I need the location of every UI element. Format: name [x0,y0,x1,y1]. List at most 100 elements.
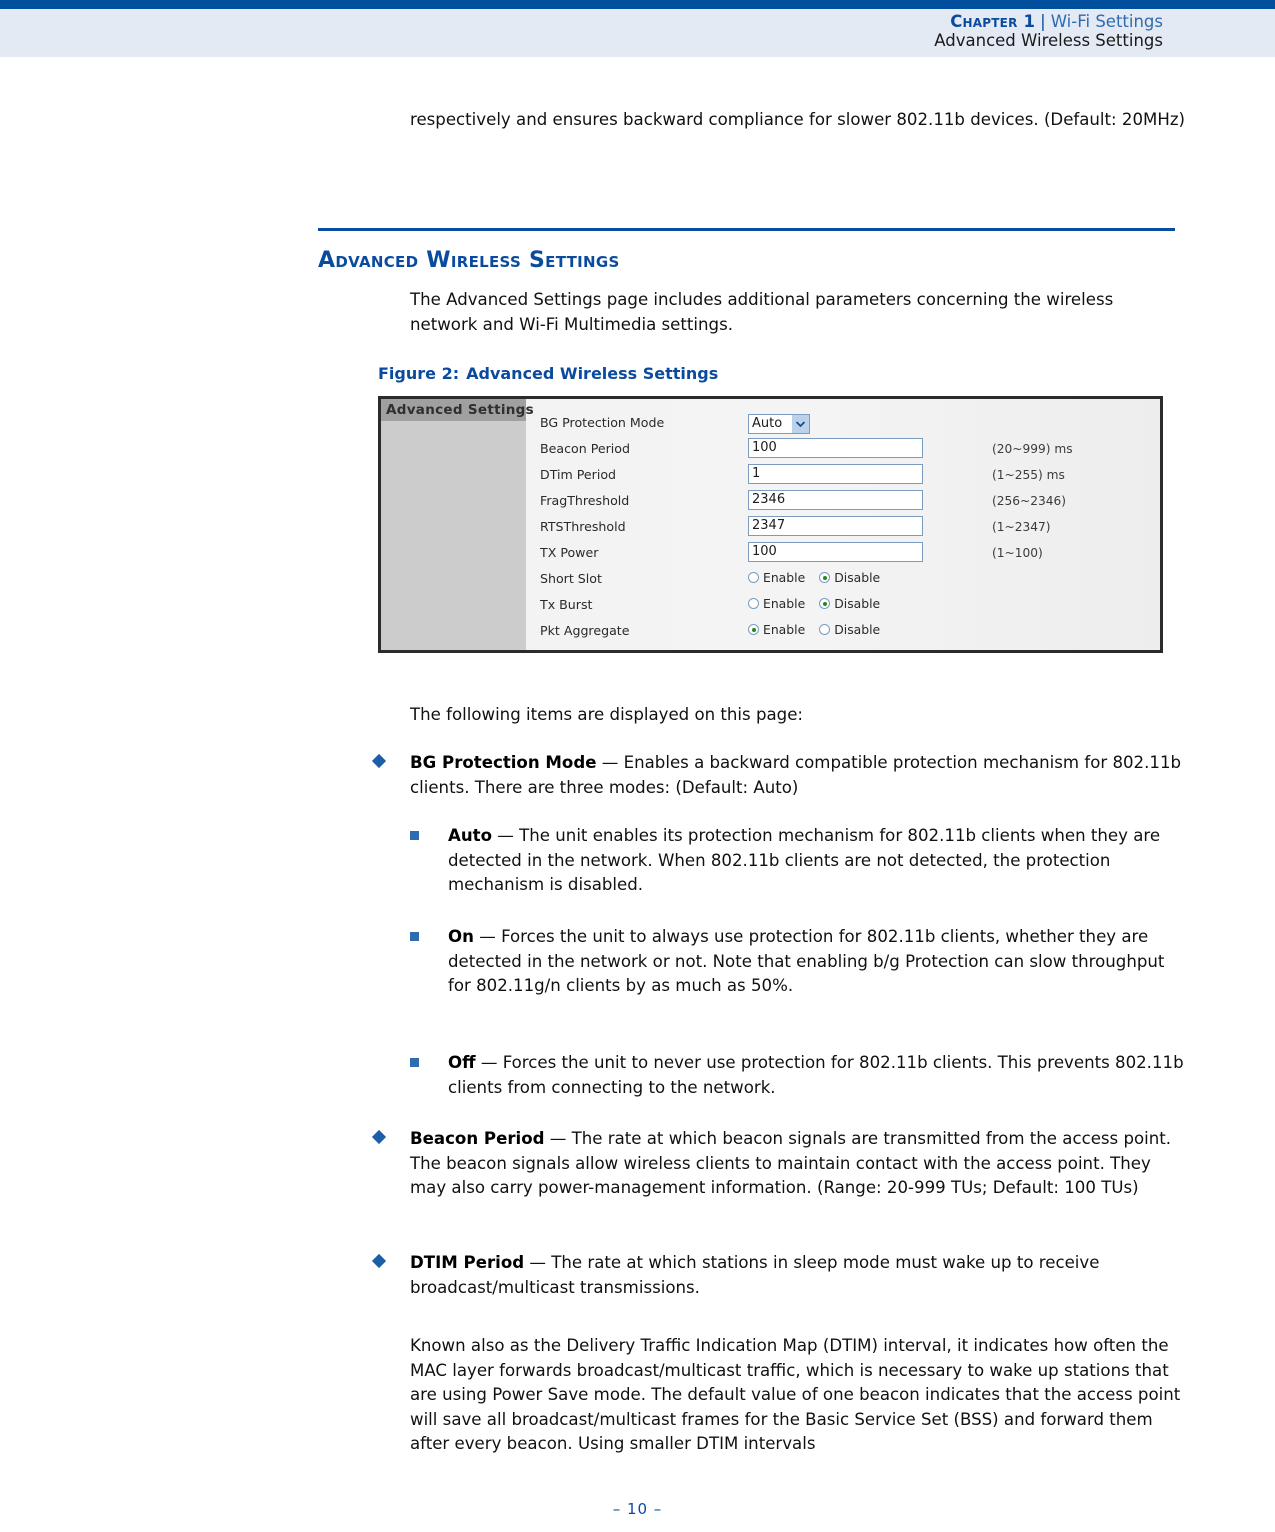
short-slot-enable-option[interactable]: Enable [748,570,805,585]
figure-screenshot: Advanced Settings BG Protection Mode Aut… [378,396,1163,653]
advanced-settings-form: BG Protection Mode Auto Beacon Period 10… [526,399,1160,650]
field-dtim-period[interactable]: 1 [748,464,923,484]
term-off: Off [448,1053,476,1072]
term-dtim-period: DTIM Period [410,1253,525,1272]
hint-beacon-period: (20~999) ms [992,442,1073,456]
bg-protection-mode-value: Auto [752,416,783,431]
list-item-beacon-period: Beacon Period — The rate at which beacon… [371,1127,1184,1201]
header-chapter-label: Chapter 1 [950,12,1036,31]
settings-side-panel: Advanced Settings [381,399,534,650]
beacon-period-input[interactable]: 100 [748,438,923,458]
square-bullet-icon [410,932,419,941]
rts-threshold-input[interactable]: 2347 [748,516,923,536]
pkt-aggregate-radio-group: Enable Disable [748,622,888,637]
form-row-tx-burst: Tx Burst Enable Disable [526,593,1160,619]
dtim-period-input[interactable]: 1 [748,464,923,484]
radio-icon[interactable] [819,624,831,635]
list-item-dtim-period: DTIM Period — The rate at which stations… [371,1251,1184,1300]
radio-icon[interactable] [748,598,759,609]
frag-threshold-input[interactable]: 2346 [748,490,923,510]
section-divider [318,228,1175,231]
pkt-aggregate-disable-option[interactable]: Disable [819,622,880,637]
form-row-dtim-period: DTim Period 1 (1~255) ms [526,463,1160,489]
term-on: On [448,927,474,946]
list-item-on: On — Forces the unit to always use prote… [410,925,1185,999]
header-chapter-line: Chapter 1 | Wi-Fi Settings [0,9,1163,31]
form-row-pkt-aggregate: Pkt Aggregate Enable Disable [526,619,1160,645]
list-intro-paragraph: The following items are displayed on thi… [410,705,803,724]
form-row-beacon-period: Beacon Period 100 (20~999) ms [526,437,1160,463]
header-subtitle: Advanced Wireless Settings [934,31,1163,50]
list-item-bg-protection-mode: BG Protection Mode — Enables a backward … [371,751,1184,800]
list-item-off: Off — Forces the unit to never use prote… [410,1051,1185,1100]
label-short-slot: Short Slot [540,571,602,586]
pkt-aggregate-enable-label: Enable [763,622,806,637]
tx-power-input[interactable]: 100 [748,542,923,562]
diamond-bullet-icon [371,1129,387,1145]
label-dtim-period: DTim Period [540,467,617,482]
term-beacon-period: Beacon Period [410,1129,545,1148]
section-intro-paragraph: The Advanced Settings page includes addi… [410,290,1114,334]
page-footer: – 10 – [0,1500,1275,1518]
desc-auto: — The unit enables its protection mechan… [448,826,1161,894]
square-bullet-icon [410,1058,419,1067]
short-slot-disable-option[interactable]: Disable [819,570,880,585]
radio-icon[interactable] [748,572,759,583]
label-rts-threshold: RTSThreshold [540,519,626,534]
tx-burst-enable-label: Enable [763,596,806,611]
radio-icon[interactable] [748,624,759,635]
side-panel-title: Advanced Settings [381,399,534,421]
figure-caption: Figure 2: Advanced Wireless Settings [378,364,718,383]
short-slot-disable-label: Disable [834,570,881,585]
form-row-short-slot: Short Slot Enable Disable [526,567,1160,593]
desc-off: — Forces the unit to never use protectio… [448,1053,1184,1097]
field-rts-threshold[interactable]: 2347 [748,516,923,536]
term-bg-protection-mode: BG Protection Mode [410,753,597,772]
label-bg-protection-mode: BG Protection Mode [540,415,665,430]
field-beacon-period[interactable]: 100 [748,438,923,458]
tx-burst-radio-group: Enable Disable [748,596,888,611]
label-frag-threshold: FragThreshold [540,493,630,508]
desc-on: — Forces the unit to always use protecti… [448,927,1165,995]
field-frag-threshold[interactable]: 2346 [748,490,923,510]
form-row-bg-protection-mode: BG Protection Mode Auto [526,411,1160,437]
page-number: – 10 – [612,1500,663,1518]
form-row-tx-power: TX Power 100 (1~100) [526,541,1160,567]
diamond-bullet-icon [371,753,387,769]
tx-burst-disable-option[interactable]: Disable [819,596,880,611]
header-chapter-topic: Wi-Fi Settings [1050,12,1163,31]
term-auto: Auto [448,826,492,845]
intro-paragraph: respectively and ensures backward compli… [410,110,1186,129]
page-top-rule [0,0,1275,9]
radio-icon[interactable] [819,598,831,609]
list-item-auto: Auto — The unit enables its protection m… [410,824,1185,898]
short-slot-radio-group: Enable Disable [748,570,888,585]
hint-rts-threshold: (1~2347) [992,520,1051,534]
radio-icon[interactable] [819,572,831,583]
square-bullet-icon [410,831,419,840]
bg-protection-mode-select[interactable]: Auto [748,413,810,434]
form-row-rts-threshold: RTSThreshold 2347 (1~2347) [526,515,1160,541]
tx-burst-disable-label: Disable [834,596,881,611]
page-title: Advanced Wireless Settings [318,248,620,273]
field-bg-protection-mode[interactable]: Auto [748,412,810,434]
label-pkt-aggregate: Pkt Aggregate [540,623,630,638]
field-tx-power[interactable]: 100 [748,542,923,562]
hint-dtim-period: (1~255) ms [992,468,1065,482]
figure-caption-title: Advanced Wireless Settings [466,364,719,383]
pkt-aggregate-disable-label: Disable [834,622,881,637]
label-tx-power: TX Power [540,545,599,560]
chevron-down-icon[interactable] [792,414,809,433]
page-header: Chapter 1 | Wi-Fi Settings Advanced Wirele… [0,9,1163,57]
form-row-frag-threshold: FragThreshold 2346 (256~2346) [526,489,1160,515]
short-slot-enable-label: Enable [763,570,806,585]
hint-frag-threshold: (256~2346) [992,494,1066,508]
figure-caption-number: Figure 2: [378,364,460,383]
hint-tx-power: (1~100) [992,546,1043,560]
pkt-aggregate-enable-option[interactable]: Enable [748,622,805,637]
dtim-explanation-paragraph: Known also as the Delivery Traffic Indic… [410,1336,1181,1453]
label-beacon-period: Beacon Period [540,441,630,456]
tx-burst-enable-option[interactable]: Enable [748,596,805,611]
diamond-bullet-icon [371,1253,387,1269]
header-separator: | [1040,12,1046,31]
